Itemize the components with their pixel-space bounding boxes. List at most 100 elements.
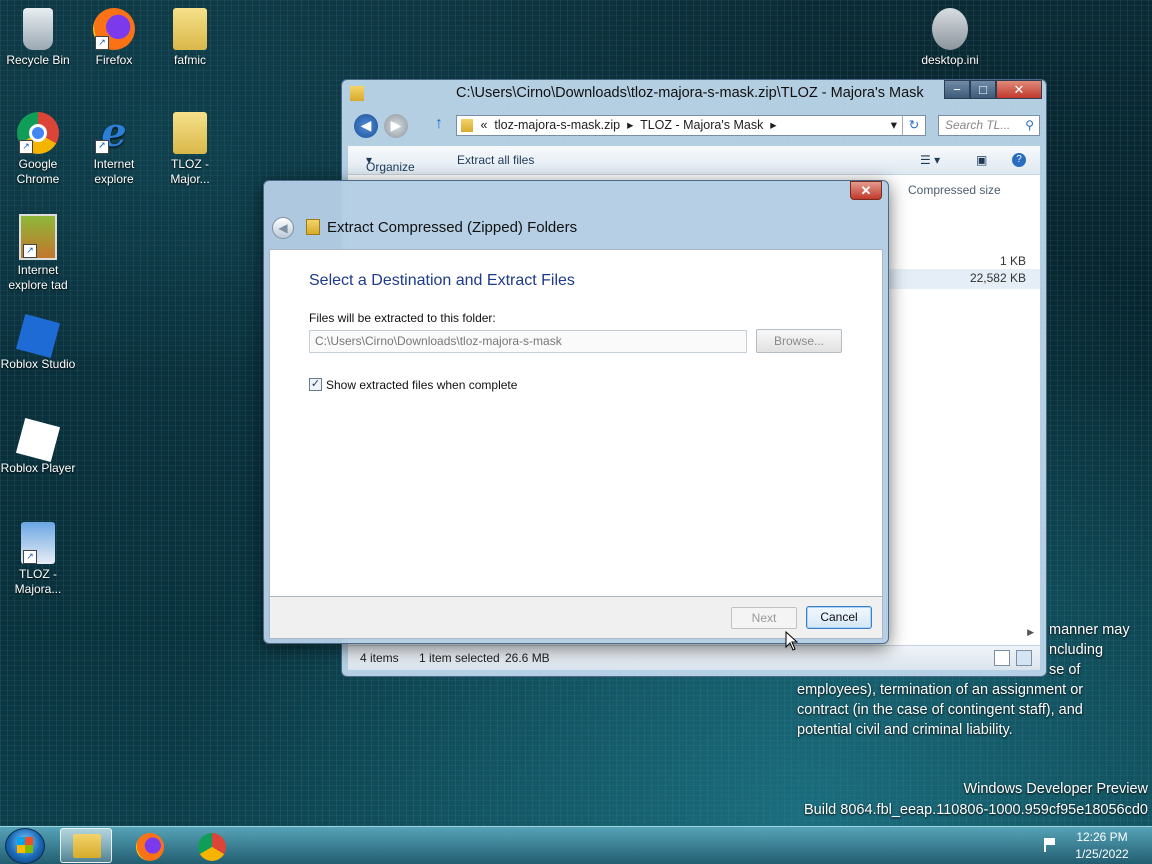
extract-dialog[interactable]: ✕ ◀ Extract Compressed (Zipped) Folders … [263,180,889,644]
desktop-icon-label: TLOZ - Major... [170,157,210,186]
desktop: Recycle Bin ↗ Firefox fafmic desktop.ini… [0,0,1152,826]
taskbar-explorer-button[interactable] [60,828,112,863]
build-watermark-line: Windows Developer Preview [963,781,1148,797]
dialog-close-button[interactable]: ✕ [850,181,882,200]
refresh-icon[interactable]: ↻ [902,116,925,135]
status-selected: 1 item selected [419,651,500,665]
status-item-count: 4 items [360,651,399,665]
background-text-line: employees), termination of an assignment… [797,682,1084,698]
file-size-cell: 22,582 KB [969,271,1026,285]
desktop-icon-roblox-player[interactable]: Roblox Player [0,417,76,476]
destination-path-input[interactable]: C:\Users\Cirno\Downloads\tloz-majora-s-m… [309,330,747,353]
roblox-player-icon [15,417,61,463]
action-center-flag-icon[interactable] [1044,838,1058,852]
back-arrow-icon[interactable]: ◀ [354,114,378,138]
minimize-button[interactable]: − [944,80,970,99]
organize-label: Organize [366,160,415,174]
explorer-titlebar[interactable]: C:\Users\Cirno\Downloads\tloz-majora-s-m… [342,80,1046,108]
chevron-down-icon[interactable]: ▾ [891,116,897,135]
explorer-title: C:\Users\Cirno\Downloads\tloz-majora-s-m… [456,85,924,101]
details-view-icon[interactable] [994,650,1010,666]
breadcrumb-folder[interactable]: TLOZ - Majora's Mask [640,118,763,132]
desktop-icon-firefox[interactable]: ↗ Firefox [76,8,152,68]
dialog-title: Extract Compressed (Zipped) Folders [327,219,578,236]
chrome-icon: ↗ [17,112,59,154]
desktop-icon-internet-explore-tad[interactable]: ↗ Internet explore tad [0,214,76,293]
desktop-icon-desktop-ini[interactable]: desktop.ini [912,8,988,68]
windows-explorer-icon [73,834,101,858]
window-controls: − □ ✕ [944,80,1042,100]
tiles-view-icon[interactable] [1016,650,1032,666]
up-arrow-icon[interactable]: ↑ [435,115,443,133]
status-size: 26.6 MB [505,651,550,665]
view-options-icon[interactable]: ☰ ▾ [920,153,940,167]
breadcrumb-overflow[interactable]: « [480,118,487,132]
game-icon: ↗ [19,214,57,260]
mouse-cursor-icon [785,631,799,651]
desktop-icon-internet-explorer[interactable]: e ↗ Internet explore [76,112,152,187]
address-bar[interactable]: « tloz-majora-s-mask.zip ▸ TLOZ - Majora… [456,115,926,136]
shortcut-arrow-icon: ↗ [23,550,37,564]
show-files-checkbox[interactable]: ✓ [309,378,322,391]
file-size-cell: 1 KB [999,254,1026,268]
cancel-button[interactable]: Cancel [806,606,872,629]
desktop-icon-label: Firefox [95,53,133,67]
desktop-icon-roblox-studio[interactable]: Roblox Studio [0,313,76,372]
taskbar-chrome-button[interactable] [186,828,238,863]
desktop-icon-label: Internet explore [93,157,135,186]
maximize-button[interactable]: □ [970,80,996,99]
shortcut-arrow-icon: ↗ [95,36,109,50]
roblox-studio-icon [15,313,61,359]
firefox-icon [136,833,164,861]
organize-button[interactable]: Organize ▾ [366,153,415,174]
shortcut-arrow-icon: ↗ [23,244,37,258]
internet-explorer-icon: e ↗ [93,112,135,154]
desktop-icon-chrome[interactable]: ↗ Google Chrome [0,112,76,187]
forward-arrow-icon[interactable]: ▶ [384,114,408,138]
desktop-icon-label: Google Chrome [16,157,60,186]
start-button[interactable] [5,828,45,864]
build-watermark-line: Build 8064.fbl_eeap.110806-1000.959cf95e… [803,802,1148,818]
windows-logo-icon [17,837,33,853]
explorer-navbar: ◀ ▶ ↑ « tloz-majora-s-mask.zip ▸ TLOZ - … [350,113,1040,139]
breadcrumb-separator[interactable]: ▸ [770,118,776,132]
shortcut-arrow-icon: ↗ [19,140,33,154]
browse-button[interactable]: Browse... [756,329,842,353]
dialog-body: Select a Destination and Extract Files F… [269,249,883,597]
zip-folder-icon [350,86,364,101]
system-clock[interactable]: 12:26 PM 1/25/2022 [1074,829,1130,863]
desktop-icon-label: desktop.ini [921,53,979,67]
desktop-icon-label: Recycle Bin [6,53,70,67]
help-icon[interactable]: ? [1012,153,1026,167]
column-header-compressed-size[interactable]: Compressed size [908,183,1001,197]
settings-file-icon [932,8,968,50]
destination-label: Files will be extracted to this folder: [309,311,496,325]
next-button[interactable]: Next [731,607,797,629]
show-files-label[interactable]: Show extracted files when complete [326,378,517,392]
background-text-line: contract (in the case of contingent staf… [797,702,1083,718]
folder-icon [173,112,207,154]
desktop-icon-tloz-installer[interactable]: ↗ TLOZ - Majora... [0,522,76,597]
dialog-heading: Select a Destination and Extract Files [309,272,575,289]
breadcrumb-separator[interactable]: ▸ [627,118,633,132]
desktop-icon-tloz-folder[interactable]: TLOZ - Major... [152,112,228,187]
preview-pane-icon[interactable]: ▣ [976,153,987,167]
taskbar-firefox-button[interactable] [124,828,176,863]
desktop-icon-label: Roblox Player [0,461,76,475]
breadcrumb-zip[interactable]: tloz-majora-s-mask.zip [494,118,620,132]
scroll-right-arrow-icon[interactable]: ▶ [1027,627,1034,638]
desktop-icon-fafmic[interactable]: fafmic [152,8,228,68]
build-watermark: Windows Developer Preview Build 8064.fbl… [804,779,1148,821]
close-button[interactable]: ✕ [996,80,1042,99]
explorer-status-bar: 4 items 1 item selected 26.6 MB [348,645,1040,670]
back-arrow-icon: ◀ [272,217,294,239]
desktop-icon-recycle-bin[interactable]: Recycle Bin [0,8,76,68]
installer-icon: ↗ [21,522,55,564]
recycle-bin-icon [23,8,53,50]
firefox-icon: ↗ [93,8,135,50]
search-input[interactable]: Search TL... ⚲ [938,115,1040,136]
extract-all-button[interactable]: Extract all files [457,153,534,167]
shortcut-arrow-icon: ↗ [95,140,109,154]
desktop-icon-label: fafmic [173,53,206,67]
explorer-command-bar: Organize ▾ Extract all files ☰ ▾ ▣ ? [348,146,1040,175]
